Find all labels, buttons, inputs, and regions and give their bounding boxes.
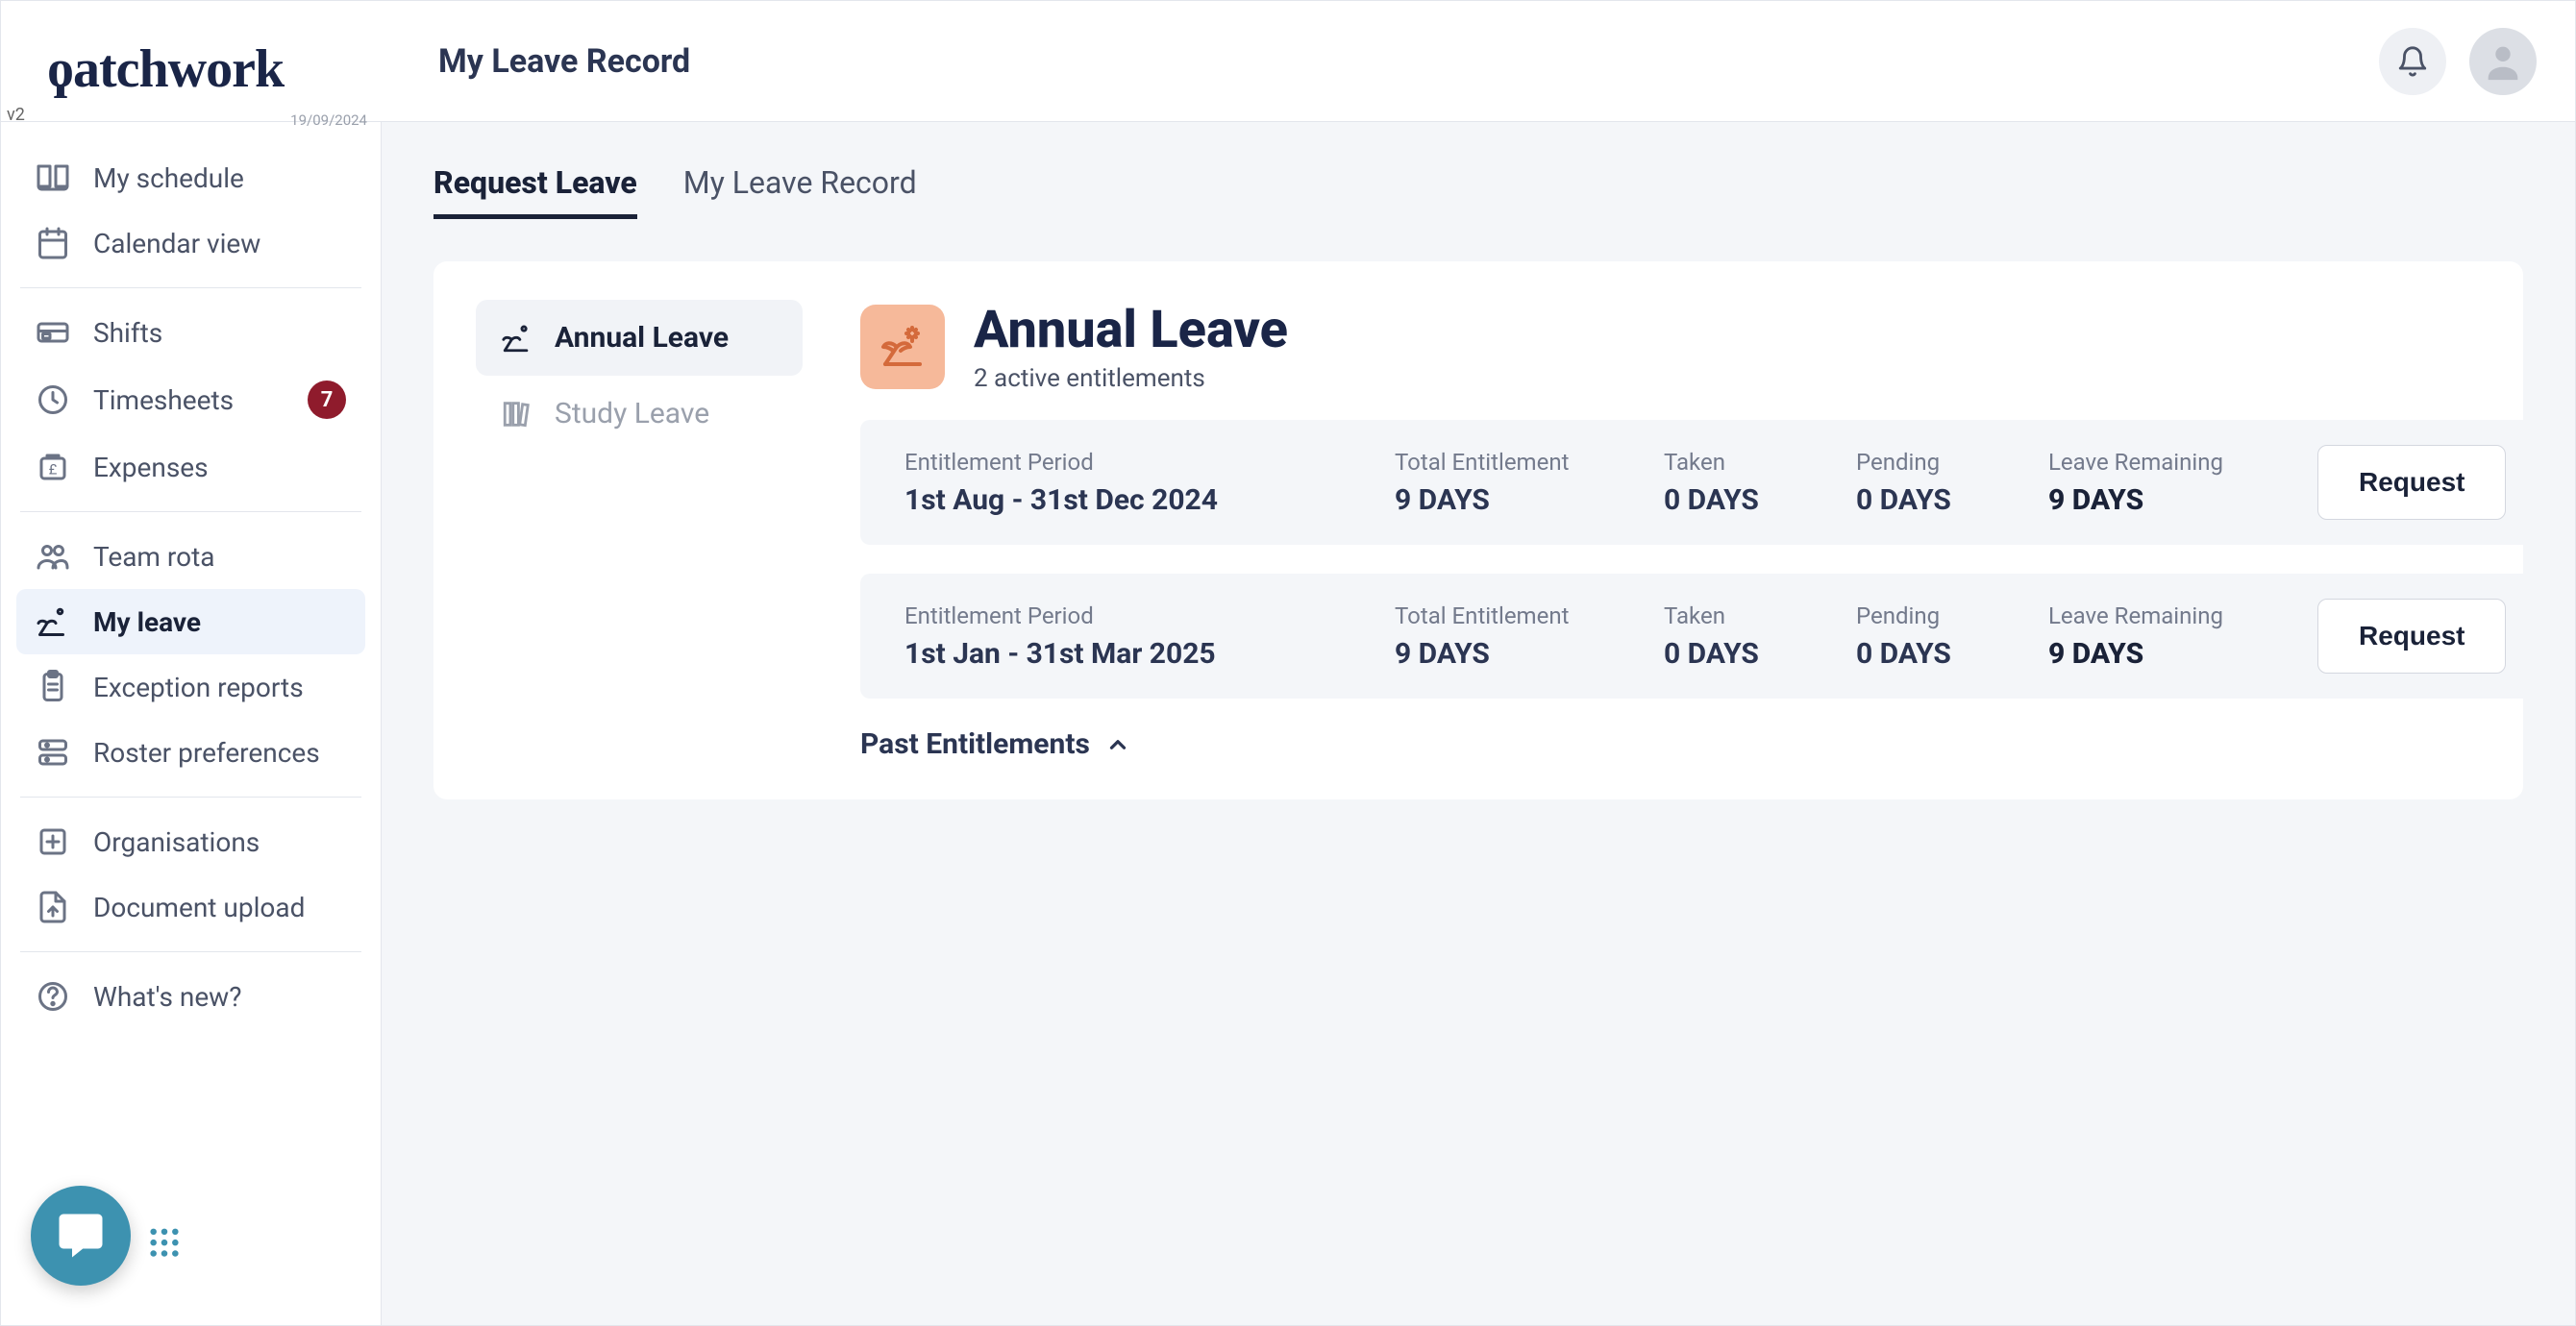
books-icon <box>501 398 533 430</box>
nav-label: Shifts <box>93 317 346 349</box>
my-schedule-icon <box>36 160 70 195</box>
sidebar-item-roster-preferences[interactable]: Roster preferences <box>16 720 365 785</box>
nav-label: Timesheets <box>93 384 285 416</box>
palm-icon <box>501 322 533 355</box>
entitlement-row: Entitlement Period 1st Aug - 31st Dec 202… <box>860 420 2550 545</box>
organisations-icon <box>36 824 70 859</box>
sidebar-item-organisations[interactable]: Organisations <box>16 809 365 874</box>
nav-label: My schedule <box>93 162 346 194</box>
leave-type-label: Study Leave <box>555 397 709 430</box>
total-value: 9 DAYS <box>1395 637 1654 671</box>
nav-label: What's new? <box>93 981 346 1013</box>
app-switcher-icon[interactable] <box>148 1226 181 1265</box>
logo-text: ϙatchwork <box>47 40 381 102</box>
col-label: Leave Remaining <box>2048 449 2308 476</box>
remaining-value: 9 DAYS <box>2048 637 2308 671</box>
sidebar-item-my-schedule[interactable]: My schedule <box>16 145 365 210</box>
taken-value: 0 DAYS <box>1664 637 1846 671</box>
whats-new-icon <box>36 979 70 1014</box>
expenses-icon: £ <box>36 450 70 484</box>
logo: ϙatchwork 19/09/2024 <box>1 21 381 102</box>
nav-label: Expenses <box>93 452 346 483</box>
section-title: Annual Leave <box>974 300 1288 360</box>
leave-card: Annual Leave Study Leave Annual Leave 2 a… <box>433 261 2523 799</box>
svg-text:£: £ <box>49 461 58 479</box>
pending-value: 0 DAYS <box>1856 483 2039 517</box>
document-upload-icon <box>36 890 70 924</box>
sidebar-item-expenses[interactable]: £ Expenses <box>16 434 365 500</box>
period-value: 1st Jan - 31st Mar 2025 <box>904 637 1385 671</box>
sidebar-item-my-leave[interactable]: My leave <box>16 589 365 654</box>
col-label: Taken <box>1664 602 1846 629</box>
sidebar: My schedule Calendar view Shifts Timesheets… <box>1 122 382 1325</box>
entitlement-row: Entitlement Period 1st Jan - 31st Mar 202… <box>860 574 2550 699</box>
col-label: Entitlement Period <box>904 602 1385 629</box>
col-label: Total Entitlement <box>1395 449 1654 476</box>
timesheets-icon <box>36 382 70 417</box>
nav-label: Organisations <box>93 826 346 858</box>
leave-type-study-leave[interactable]: Study Leave <box>476 376 803 452</box>
section-subtitle: 2 active entitlements <box>974 364 1288 393</box>
page-title: My Leave Record <box>438 42 690 81</box>
nav-label: Exception reports <box>93 672 346 703</box>
shifts-icon <box>36 315 70 350</box>
total-value: 9 DAYS <box>1395 483 1654 517</box>
col-label: Entitlement Period <box>904 449 1385 476</box>
svg-text:ϙatchwork: ϙatchwork <box>47 40 285 99</box>
leave-type-label: Annual Leave <box>555 321 729 355</box>
col-label: Leave Remaining <box>2048 602 2308 629</box>
request-button[interactable]: Request <box>2317 445 2506 520</box>
sidebar-item-timesheets[interactable]: Timesheets 7 <box>16 365 365 434</box>
main-content: Request Leave My Leave Record Annual Leav… <box>382 122 2575 1325</box>
past-entitlements-toggle[interactable]: Past Entitlements <box>860 727 2550 761</box>
annual-leave-icon <box>860 305 945 389</box>
nav-label: Roster preferences <box>93 737 346 769</box>
version-tag: v2 <box>7 105 25 125</box>
pending-value: 0 DAYS <box>1856 637 2039 671</box>
col-label: Pending <box>1856 602 2039 629</box>
exception-reports-icon <box>36 670 70 704</box>
nav-label: My leave <box>93 606 346 638</box>
header: ϙatchwork 19/09/2024 v2 My Leave Record <box>1 1 2575 122</box>
bell-icon <box>2396 45 2429 78</box>
roster-preferences-icon <box>36 735 70 770</box>
chat-button[interactable] <box>31 1186 131 1286</box>
col-label: Taken <box>1664 449 1846 476</box>
team-rota-icon <box>36 539 70 574</box>
sidebar-item-whats-new[interactable]: What's new? <box>16 964 365 1029</box>
tabs: Request Leave My Leave Record <box>433 164 2523 219</box>
col-label: Pending <box>1856 449 2039 476</box>
sidebar-item-document-upload[interactable]: Document upload <box>16 874 365 940</box>
notifications-button[interactable] <box>2379 28 2446 95</box>
chat-icon <box>55 1210 107 1262</box>
nav-label: Team rota <box>93 541 346 573</box>
taken-value: 0 DAYS <box>1664 483 1846 517</box>
calendar-view-icon <box>36 226 70 260</box>
remaining-value: 9 DAYS <box>2048 483 2308 517</box>
nav-badge: 7 <box>308 381 346 419</box>
past-entitlements-label: Past Entitlements <box>860 727 1090 761</box>
tab-my-leave-record[interactable]: My Leave Record <box>683 164 917 219</box>
nav-label: Calendar view <box>93 228 346 259</box>
user-icon <box>2481 39 2525 84</box>
sidebar-item-calendar-view[interactable]: Calendar view <box>16 210 365 276</box>
user-avatar[interactable] <box>2469 28 2537 95</box>
my-leave-icon <box>36 604 70 639</box>
nav-label: Document upload <box>93 892 346 923</box>
sidebar-item-team-rota[interactable]: Team rota <box>16 524 365 589</box>
request-button[interactable]: Request <box>2317 599 2506 674</box>
col-label: Total Entitlement <box>1395 602 1654 629</box>
sidebar-item-exception-reports[interactable]: Exception reports <box>16 654 365 720</box>
period-value: 1st Aug - 31st Dec 2024 <box>904 483 1385 517</box>
leave-type-annual-leave[interactable]: Annual Leave <box>476 300 803 376</box>
sidebar-item-shifts[interactable]: Shifts <box>16 300 365 365</box>
leave-type-list: Annual Leave Study Leave <box>476 300 803 761</box>
chevron-up-icon <box>1105 732 1130 757</box>
tab-request-leave[interactable]: Request Leave <box>433 164 637 219</box>
build-date: 19/09/2024 <box>290 111 367 129</box>
